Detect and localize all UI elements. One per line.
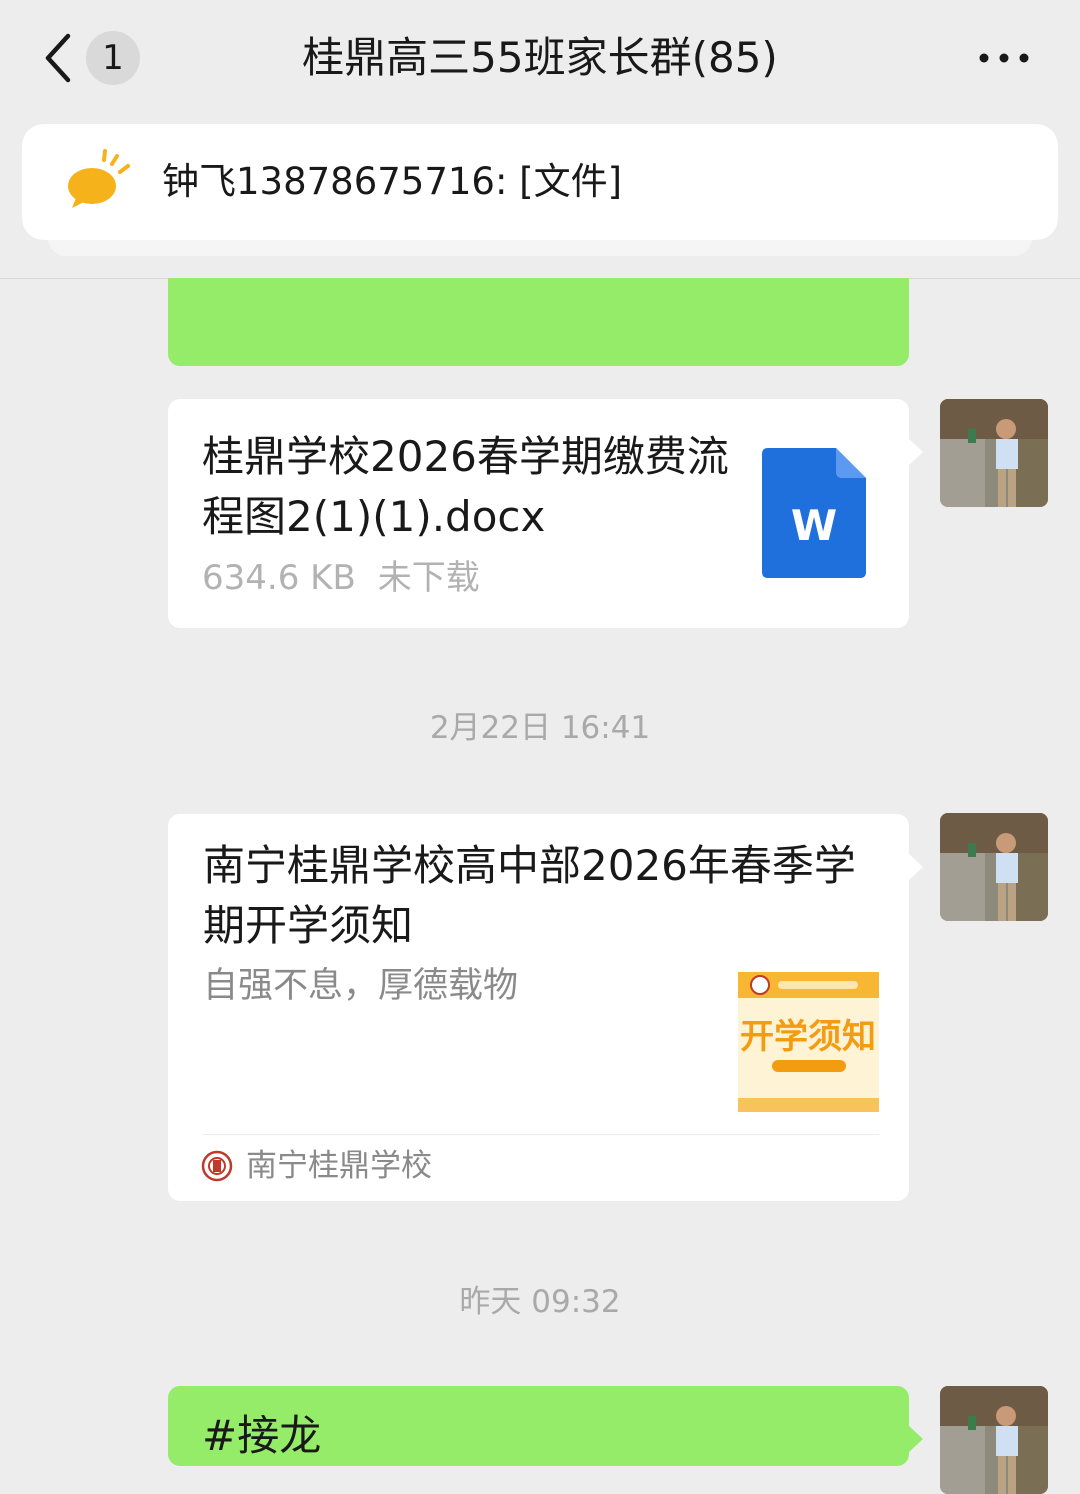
divider (203, 1134, 879, 1135)
svg-text:开学须知: 开学须知 (740, 1017, 876, 1057)
article-source-name: 南宁桂鼎学校 (246, 1148, 432, 1184)
avatar[interactable] (940, 813, 1048, 921)
article-message-card[interactable]: 南宁桂鼎学校高中部2026年春季学期开学须知 自强不息，厚德载物 开学须知 南宁… (168, 814, 923, 1201)
unread-count-badge[interactable]: 1 (86, 31, 140, 85)
solitaire-message-bubble[interactable]: #接龙 (168, 1386, 923, 1466)
file-size: 634.6 KB (202, 558, 356, 598)
pinned-message-card[interactable]: 钟飞13878675716: [文件] (22, 124, 1058, 240)
school-logo-icon (201, 1150, 233, 1182)
ellipsis-icon[interactable] (974, 44, 1034, 72)
pinned-message-bar: 钟飞13878675716: [文件] (0, 118, 1080, 279)
bubble-tail (909, 1426, 923, 1452)
message-timestamp: 昨天 09:32 (459, 1284, 621, 1320)
avatar[interactable] (940, 1386, 1048, 1494)
avatar[interactable] (940, 399, 1048, 507)
chat-header: 1 桂鼎高三55班家长群(85) (0, 0, 1080, 118)
svg-text:W: W (791, 501, 837, 550)
bubble-tail (909, 854, 923, 880)
article-title: 南宁桂鼎学校高中部2026年春季学期开学须知 (203, 841, 856, 950)
article-thumbnail: 开学须知 (738, 972, 879, 1112)
chat-title: 桂鼎高三55班家长群(85) (302, 33, 778, 82)
chevron-left-icon[interactable] (38, 30, 78, 86)
message-timestamp: 2月22日 16:41 (429, 710, 651, 746)
file-download-status: 未下载 (377, 558, 480, 598)
file-meta: 634.6 KB 未下载 (202, 554, 480, 602)
pinned-card-stack-shadow (48, 238, 1032, 256)
file-message-card[interactable]: 桂鼎学校2026春学期缴费流程图2(1)(1).docx 634.6 KB 未下载… (168, 399, 923, 628)
sent-message-bubble-partial[interactable] (168, 278, 909, 366)
solitaire-text: #接龙 (202, 1411, 322, 1460)
word-document-icon: W (762, 448, 866, 578)
announcement-icon (68, 149, 130, 208)
file-name: 桂鼎学校2026春学期缴费流程图2(1)(1).docx (202, 432, 729, 541)
pinned-message-text: 钟飞13878675716: [文件] (162, 160, 623, 203)
bubble-tail (909, 439, 923, 465)
article-description: 自强不息，厚德载物 (203, 966, 519, 1006)
